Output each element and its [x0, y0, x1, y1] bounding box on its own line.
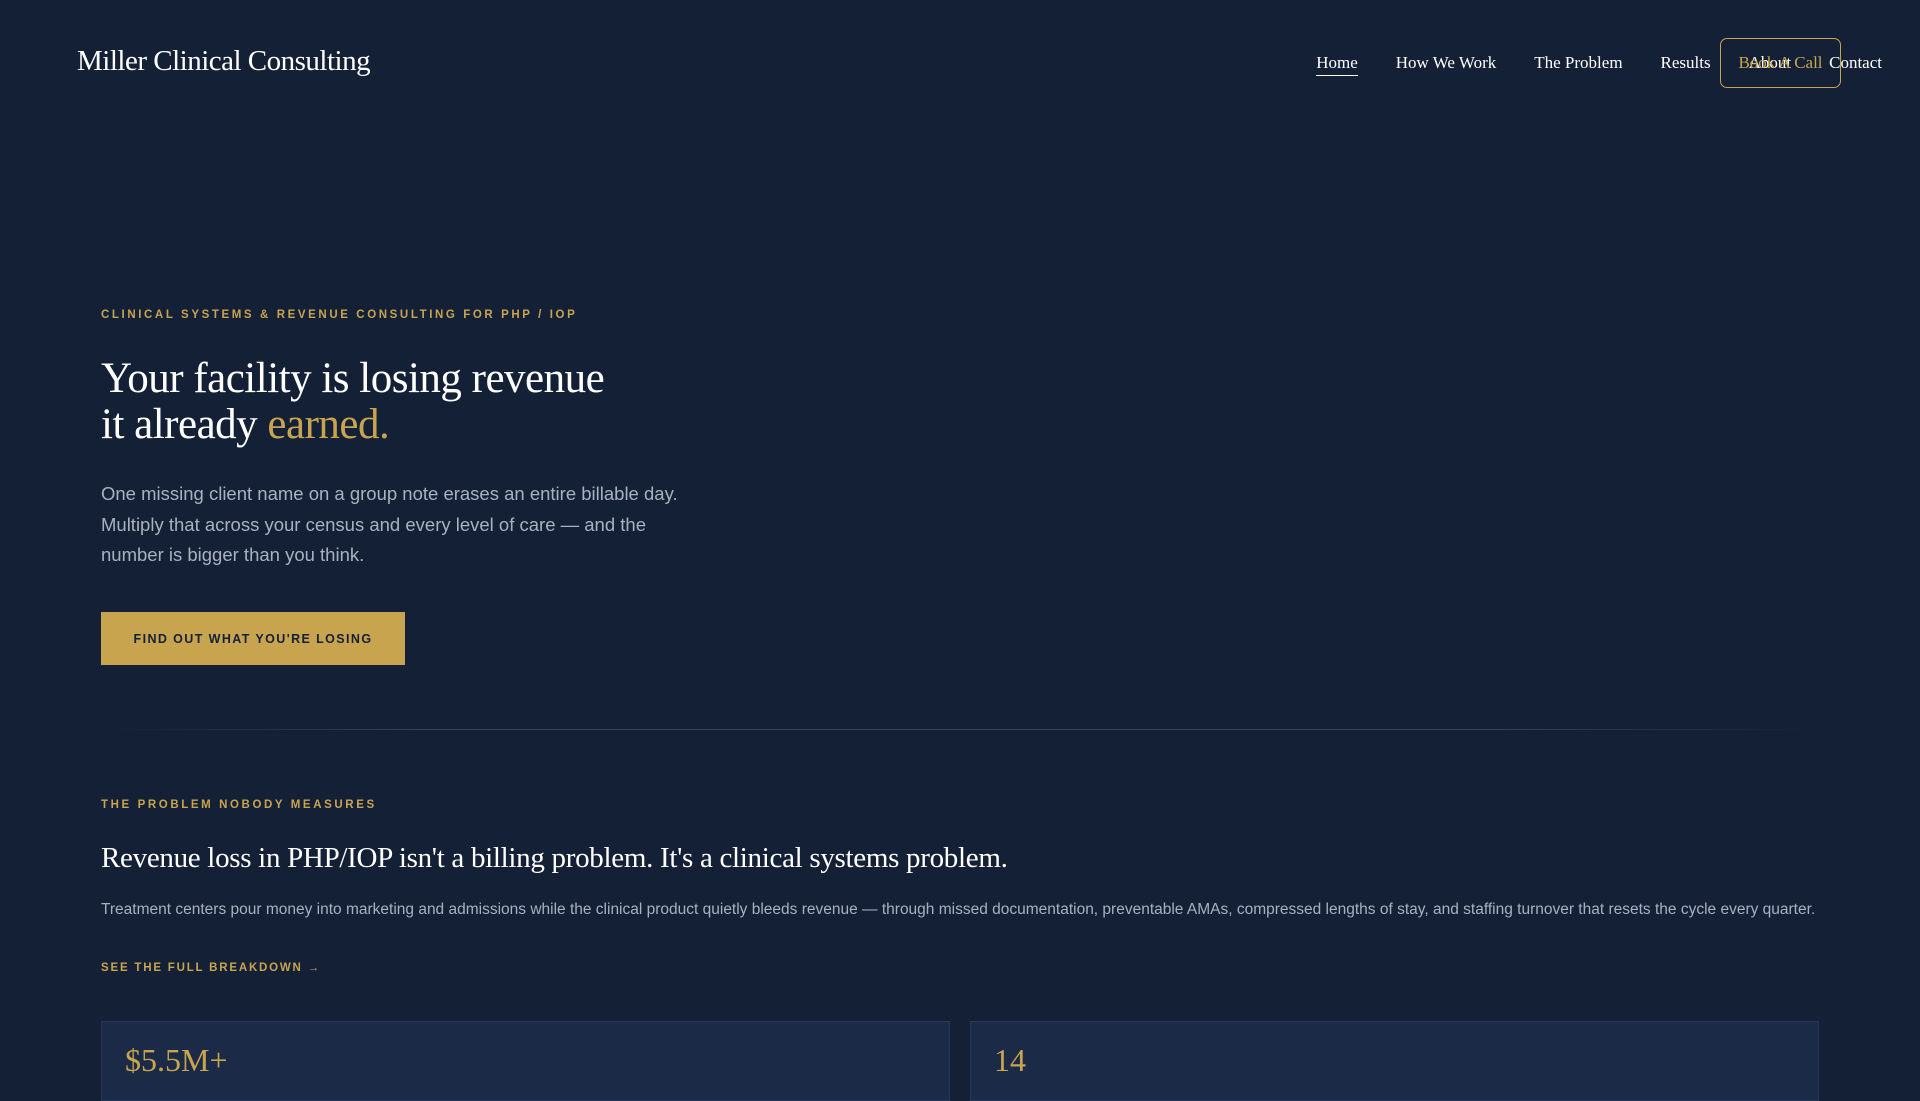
- stat-card: 14: [970, 1021, 1819, 1101]
- nav-the-problem[interactable]: The Problem: [1534, 53, 1622, 75]
- nav-home[interactable]: Home: [1316, 53, 1358, 76]
- hero-title: Your facility is losing revenue it alrea…: [101, 355, 605, 448]
- stat-value: $5.5M+: [125, 1042, 228, 1078]
- book-a-call-button[interactable]: Book A Call: [1720, 38, 1841, 88]
- stat-card: $5.5M+: [101, 1021, 950, 1101]
- full-breakdown-link[interactable]: SEE THE FULL BREAKDOWN →: [101, 962, 321, 974]
- hero-title-accent: earned.: [267, 401, 390, 448]
- hero-lead: One missing client name on a group note …: [101, 483, 678, 566]
- hero-title-line2: it already: [101, 401, 268, 448]
- section-divider: [101, 729, 1819, 730]
- nav-how-we-work[interactable]: How We Work: [1396, 53, 1497, 75]
- problem-title: Revenue loss in PHP/IOP isn't a billing …: [101, 842, 1008, 874]
- stat-value: 14: [994, 1042, 1026, 1078]
- hero-title-line1: Your facility is losing revenue: [101, 355, 605, 402]
- problem-eyebrow: THE PROBLEM NOBODY MEASURES: [101, 799, 377, 811]
- nav-results[interactable]: Results: [1661, 53, 1711, 75]
- find-out-button[interactable]: FIND OUT WHAT YOU'RE LOSING: [101, 612, 405, 665]
- site-logo[interactable]: Miller Clinical Consulting: [77, 45, 371, 78]
- problem-text: Treatment centers pour money into market…: [101, 901, 1816, 918]
- hero-eyebrow: CLINICAL SYSTEMS & REVENUE CONSULTING FO…: [101, 309, 578, 321]
